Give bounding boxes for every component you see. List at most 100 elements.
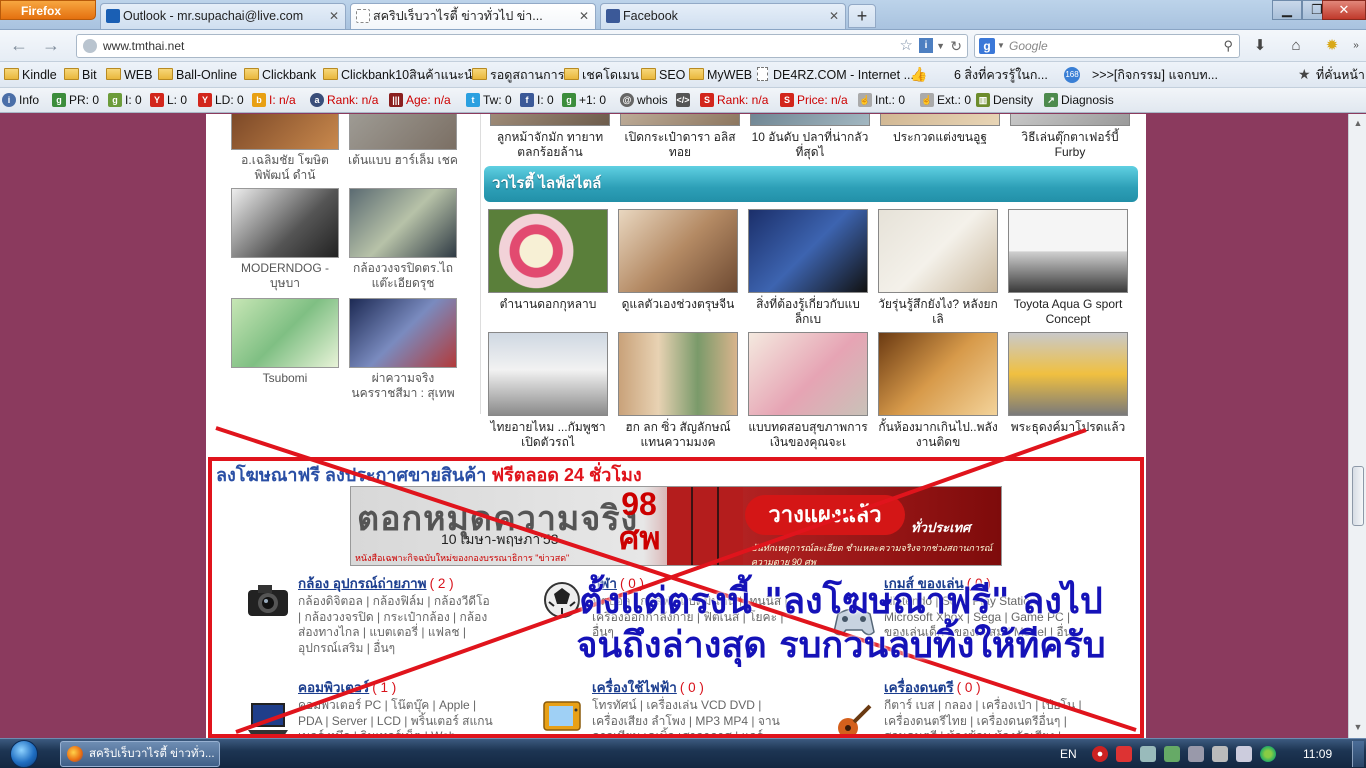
seo-index[interactable]: g I: 0 [108,88,142,113]
tray-flag-icon[interactable] [1116,746,1132,762]
tray-app-icon[interactable] [1092,746,1108,762]
bookmark-activity[interactable]: 168 >>>[กิจกรรม] แจกบท... [1064,62,1218,88]
article-item[interactable]: เปิดกระเป๋าดารา อลิสทอย [618,114,742,160]
language-indicator[interactable]: EN [1060,739,1077,768]
address-bar[interactable]: www.tmthai.net ☆ i ▼ ↻ [76,34,968,58]
bookmark-folder-domain[interactable]: เชคโดเมน [562,62,639,88]
category-links[interactable]: กีตาร์ เบส | กลอง | เครื่องเป่า | เปียโน… [884,698,1082,738]
seo-age[interactable]: ||| Age: n/a [389,88,451,113]
info-icon[interactable]: i [919,38,933,53]
bookmark-folder-clickbank[interactable]: Clickbank [242,62,316,88]
tray-device-icon[interactable] [1140,746,1156,762]
video-item[interactable]: Tsubomi [230,298,340,386]
tray-usb-icon[interactable] [1188,746,1204,762]
bookmark-folder-seo[interactable]: SEO [639,62,685,88]
new-tab-button[interactable]: + [848,4,876,28]
bookmark-folder-kindle[interactable]: Kindle [2,62,57,88]
bookmark-folder-situation[interactable]: รอดูสถานการ [470,62,564,88]
tray-shield-icon[interactable] [1164,746,1180,762]
seo-price[interactable]: S Price: n/a [780,88,848,113]
section-header-variety-lifestyle[interactable]: วาไรตี้ ไลฟ์สไตล์ [484,166,1138,202]
tab-facebook[interactable]: Facebook ✕ [600,3,846,29]
ad-banner[interactable]: ตอกหมุดความจริง 10 เมษา-พฤษภา'53 98 ศพ ว… [350,486,1002,566]
bookmark-folder-web[interactable]: WEB [104,62,152,88]
tab-tmthai[interactable]: สคริปเร็บวาไรตี้ ข่าวทั่วไป ข่า... ✕ [350,3,596,29]
seo-external-links[interactable]: ☝ Ext.: 0 [920,88,971,113]
bookmark-6-things[interactable]: 👍 6 สิ่งที่ควรรู้ในก... [908,62,1048,88]
article-item[interactable]: Toyota Aqua G sport Concept [1006,209,1130,327]
seo-info[interactable]: i Info [2,88,39,113]
video-item[interactable]: เต้นแบบ ฮาร์เล็ม เชค [348,114,458,168]
article-item[interactable]: วัยรุ่นรู้สึกยังไง? หลังยกเลิ [876,209,1000,327]
category-title[interactable]: เครื่องใช้ไฟฟ้า( 0 ) [592,680,704,696]
show-desktop-button[interactable] [1352,741,1364,767]
seo-bing-index[interactable]: b I: n/a [252,88,296,113]
overflow-icon[interactable]: » [1346,36,1366,56]
close-window-button[interactable]: ✕ [1322,0,1366,20]
vertical-scrollbar[interactable]: ▲ ▼ [1348,114,1366,738]
video-item[interactable]: กล้องวงจรปิดตร.ไถแต๊ะเอียดรุช [348,188,458,291]
bookmark-de4rz[interactable]: DE4RZ.COM - Internet ... [753,62,914,88]
seo-internal-links[interactable]: ☝ Int.: 0 [858,88,905,113]
bookmark-folder-ball-online[interactable]: Ball-Online [156,62,237,88]
article-item[interactable]: ไทยอายไหม ...กัมพูชาเปิดตัวรถไ [486,332,610,450]
close-tab-icon[interactable]: ✕ [579,4,589,28]
search-input[interactable]: g ▼ Google ⚲ [974,34,1240,58]
article-item[interactable]: แบบทดสอบสุขภาพการเงินของคุณจะเ [746,332,870,450]
article-item[interactable]: 10 อันดับ ปลาที่น่ากลัวที่สุดไ [748,114,872,160]
ads-heading[interactable]: ลงโฆษณาฟรี ลงประกาศขายสินค้า ฟรีตลอด 24 … [216,460,642,489]
seo-source[interactable]: </> [676,88,693,113]
tray-globe-icon[interactable] [1260,746,1276,762]
article-item[interactable]: สิ่งที่ต้องรู้เกี่ยวกับแบล็กเบ [746,209,870,327]
close-tab-icon[interactable]: ✕ [329,4,339,28]
minimize-button[interactable]: ▁ [1272,0,1302,20]
article-item[interactable]: พระธุดงค์มาโปรดแล้ว [1006,332,1130,435]
seo-links[interactable]: Y L: 0 [150,88,187,113]
back-arrow-icon[interactable]: ← [8,35,30,57]
article-item[interactable]: ฮก ลก ซิ่ว สัญลักษณ์แทนความมงค [616,332,740,450]
category-links[interactable]: คอมพิวเตอร์ PC | โน๊ตบุ๊ค | Apple | PDA … [298,698,496,738]
start-button[interactable] [6,739,46,768]
close-tab-icon[interactable]: ✕ [829,4,839,28]
seo-plusone[interactable]: g +1: 0 [562,88,606,113]
seo-twitter[interactable]: t Tw: 0 [466,88,512,113]
download-icon[interactable]: ⬇ [1250,36,1270,56]
forward-arrow-icon[interactable]: → [40,35,62,57]
bookmark-folder-myweb[interactable]: MyWEB [687,62,752,88]
clock[interactable]: 11:09 [1303,739,1332,768]
gear-icon[interactable]: ✹ [1322,36,1342,56]
article-item[interactable]: ประกวดแต่งขนอูฐ [878,114,1002,145]
seo-whois[interactable]: @ whois [620,88,668,113]
engine-dropdown-icon[interactable]: ▼ [997,35,1005,57]
article-item[interactable]: วิธีเล่นตุ๊กตาเฟอร์บี้ Furby [1008,114,1132,160]
scroll-up-arrow-icon[interactable]: ▲ [1352,116,1364,130]
seo-linkdomain[interactable]: Y LD: 0 [198,88,244,113]
category-title[interactable]: คอมพิวเตอร์( 1 ) [298,680,396,696]
dropdown-icon[interactable]: ▼ [936,35,945,57]
category-title[interactable]: กล้อง อุปกรณ์ถ่ายภาพ( 2 ) [298,576,454,592]
bookmark-folder-bit[interactable]: Bit [62,62,97,88]
bookmark-star-icon[interactable]: ☆ [900,35,913,57]
category-links[interactable]: โทรทัศน์ | เครื่องเล่น VCD DVD | เครื่อง… [592,698,790,738]
article-item[interactable]: กั้นห้องมากเกินไป..พลังงานติดข [876,332,1000,450]
article-item[interactable]: ดูแลตัวเองช่วงตรุษจีน [616,209,740,312]
video-item[interactable]: ผ่าความจริง นครราชสีมา : สุเทพ [348,298,458,401]
home-icon[interactable]: ⌂ [1286,36,1306,56]
reload-icon[interactable]: ↻ [950,35,962,57]
scroll-thumb[interactable] [1352,466,1364,526]
tab-outlook[interactable]: Outlook - mr.supachai@live.com ✕ [100,3,346,29]
taskbar-firefox-window[interactable]: สคริปเร็บวาไรตี้ ข่าวทั่ว... [60,741,220,767]
article-item[interactable]: ตำนานดอกกุหลาบ [486,209,610,312]
volume-icon[interactable] [1236,746,1252,762]
search-icon[interactable]: ⚲ [1223,35,1233,57]
seo-density[interactable]: ▥ Density [976,88,1033,113]
bookmark-folder-clickbank10[interactable]: Clickbank10สินค้าแนะนำ [321,62,480,88]
seo-pagerank[interactable]: g PR: 0 [52,88,99,113]
seo-facebook[interactable]: f I: 0 [520,88,554,113]
seo-semrush-rank[interactable]: S Rank: n/a [700,88,768,113]
firefox-menu-button[interactable]: Firefox [0,0,96,20]
seo-diagnosis[interactable]: ↗ Diagnosis [1044,88,1114,113]
video-item[interactable]: MODERNDOG - บุษบา [230,188,340,291]
article-item[interactable]: ลูกหม้าจักมัก ทายาทตลกร้อยล้าน [488,114,612,160]
video-item[interactable]: อ.เฉลิมชัย โฆษิตพิพัฒน์ ดำน้ [230,114,340,183]
